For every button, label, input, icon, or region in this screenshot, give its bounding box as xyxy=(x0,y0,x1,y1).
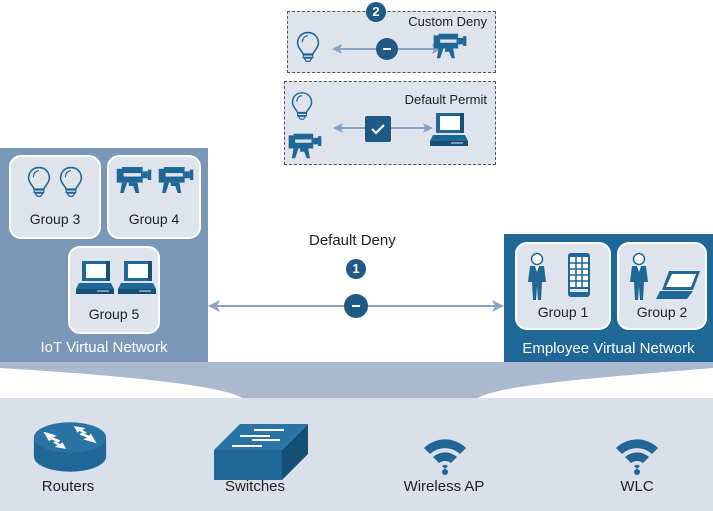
iot-virtual-network: Group 3 Group 4 Group 5 IoT Virtual Netw… xyxy=(0,148,208,362)
group-4[interactable]: Group 4 xyxy=(107,155,201,239)
lightbulb-icon xyxy=(291,90,313,122)
group-5[interactable]: Group 5 xyxy=(68,246,160,334)
group-1[interactable]: Group 1 xyxy=(515,242,611,330)
group-5-label: Group 5 xyxy=(88,306,140,322)
group-3[interactable]: Group 3 xyxy=(9,155,101,239)
infra-label-routers: Routers xyxy=(41,478,95,495)
infra-wireless-ap[interactable] xyxy=(420,428,480,478)
group-1-label: Group 1 xyxy=(537,304,589,320)
smartphone-icon xyxy=(567,252,591,298)
step-badge-2: 2 xyxy=(366,2,386,22)
switch-icon xyxy=(214,422,310,482)
deny-icon xyxy=(344,294,368,318)
default-permit-title: Default Permit xyxy=(404,92,487,107)
laptop-icon xyxy=(655,270,701,300)
desktop-icon xyxy=(429,112,469,148)
desktop-icon xyxy=(75,260,115,296)
default-deny-title: Default Deny xyxy=(309,232,396,249)
default-permit-policy: Default Permit xyxy=(284,81,496,165)
lightbulb-icon xyxy=(59,165,83,199)
infra-label-switches: Switches xyxy=(224,478,286,495)
camera-icon xyxy=(115,165,153,195)
person-icon xyxy=(629,252,649,302)
group-2[interactable]: Group 2 xyxy=(617,242,707,330)
wireless-icon xyxy=(422,432,468,476)
underlay-funnel xyxy=(0,362,713,398)
group-2-label: Group 2 xyxy=(636,304,688,320)
infrastructure-layer: Routers Switches Wireless AP WLC xyxy=(0,398,713,511)
camera-icon xyxy=(157,165,195,195)
camera-icon xyxy=(287,132,323,160)
step-badge-1: 1 xyxy=(346,259,366,279)
infra-wlc[interactable] xyxy=(612,428,672,478)
router-icon xyxy=(32,420,108,474)
custom-deny-title: Custom Deny xyxy=(408,14,487,29)
group-3-label: Group 3 xyxy=(29,211,81,227)
lightbulb-icon xyxy=(296,30,320,64)
custom-deny-policy: Custom Deny xyxy=(287,11,496,73)
employee-virtual-network: Group 1 Group 2 Employee Virtual Network xyxy=(504,234,713,362)
wireless-icon xyxy=(614,432,660,476)
iot-network-label: IoT Virtual Network xyxy=(40,339,168,356)
deny-icon xyxy=(376,38,398,60)
camera-icon xyxy=(432,32,468,60)
infra-label-wlc: WLC xyxy=(620,478,654,495)
lightbulb-icon xyxy=(27,165,51,199)
infra-label-wireless-ap: Wireless AP xyxy=(403,478,485,495)
group-4-label: Group 4 xyxy=(128,211,180,227)
desktop-icon xyxy=(117,260,157,296)
person-icon xyxy=(527,252,547,302)
employee-network-label: Employee Virtual Network xyxy=(522,340,695,357)
checkmark-icon xyxy=(365,116,391,142)
